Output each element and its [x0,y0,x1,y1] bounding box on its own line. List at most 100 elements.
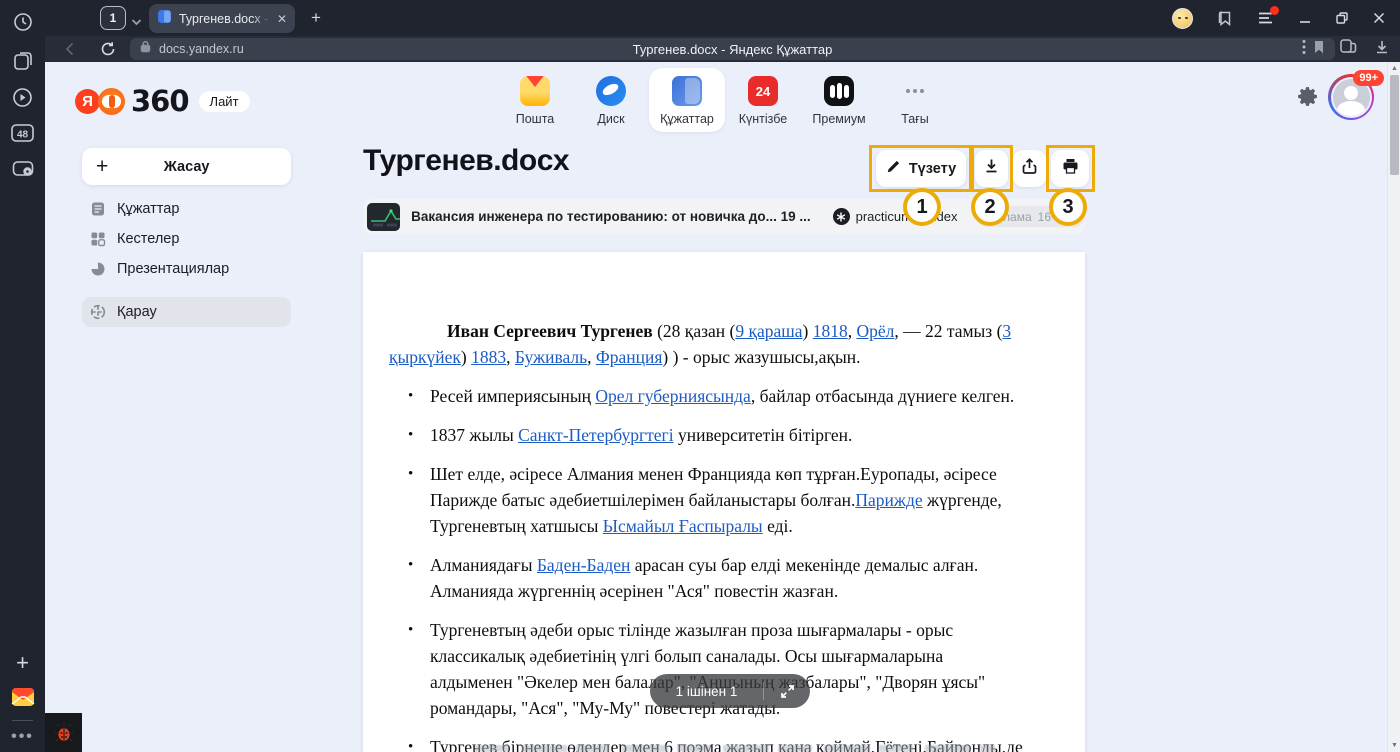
app-disk[interactable]: Диск [573,68,649,132]
create-button[interactable]: + Жасау [82,148,291,185]
app-docs[interactable]: Құжаттар [649,68,725,132]
debug-extension-icon[interactable] [45,713,82,752]
mail-icon [520,76,550,106]
address-field[interactable]: docs.yandex.ru Тургенев.docx - Яндекс Құ… [130,38,1335,60]
doc-link[interactable]: 9 қараша [735,321,802,341]
tab-count-badge[interactable]: 1 [100,6,126,30]
menu-notification-dot [1270,6,1279,15]
document-icon [90,201,107,217]
doc-link[interactable]: Ысмайыл Ғаспыралы [603,516,763,536]
restore-button[interactable] [1335,11,1349,25]
doc-text: ) [461,347,471,367]
yandex-docs-app: Я 360 Лайт Пошта Диск Құжаттар 24 Күнтіз… [45,62,1400,752]
reload-icon[interactable] [100,41,116,57]
tabs-chevron-down-icon[interactable] [131,13,142,31]
neuro-48-icon[interactable]: 48 [0,122,45,144]
doc-link[interactable]: Буживаль [515,347,587,367]
nav-list: Құжаттар Кестелер Презентациялар Қарау [82,194,291,327]
doc-link[interactable]: Орел губерниясында [595,386,751,406]
minimize-button[interactable] [1298,11,1312,25]
collections-icon[interactable] [0,50,45,72]
scrollbar-thumb[interactable] [1390,75,1399,175]
screen: 48 + ••• 1 Тургенев.docx - Яндек ✕ + [0,0,1400,752]
account-avatar[interactable]: 99+ [1328,74,1374,120]
doc-text: ) ) - орыс жазушысы,ақын. [662,347,860,367]
yandex-mail-icon[interactable] [0,684,45,710]
doc-text: , — 22 тамыз ( [894,321,1002,341]
page-indicator[interactable]: 1 ішінен 1 [650,674,810,708]
history-icon[interactable] [0,11,45,33]
bookmark-flag-icon[interactable] [1313,40,1325,59]
bookmarks-icon[interactable] [1216,9,1234,27]
scroll-down-icon[interactable]: ▼ [1388,742,1400,749]
calendar-icon: 24 [748,76,778,106]
nav-item-presentations[interactable]: Презентациялар [82,254,291,284]
doc-text: , [587,347,596,367]
close-button[interactable] [1372,11,1386,25]
share-button[interactable] [1013,150,1046,187]
app-more[interactable]: Тағы [877,68,953,132]
doc-list-item: Алманиядағы Баден-Баден арасан суы бар е… [389,552,1023,604]
app-calendar[interactable]: 24 Күнтізбе [725,68,801,132]
settings-gear-icon[interactable] [1295,84,1320,114]
doc-text: Алманиядағы [430,555,537,575]
doc-link[interactable]: Баден-Баден [537,555,631,575]
practicum-icon [833,208,850,225]
scroll-up-icon[interactable]: ▲ [1388,65,1400,72]
docs-favicon [157,9,172,29]
doc-text: еді. [763,516,793,536]
browser-profile-avatar[interactable] [1172,8,1193,29]
screencast-icon[interactable] [0,158,45,180]
doc-link[interactable]: 1818 [813,321,848,341]
disk-icon [596,76,626,106]
presentation-icon [90,261,107,277]
tab-bar: 1 Тургенев.docx - Яндек ✕ + [45,0,1400,36]
more-icon [900,76,930,106]
fullscreen-icon[interactable] [764,684,810,699]
callout-box-3 [1046,145,1095,192]
active-tab[interactable]: Тургенев.docx - Яндек ✕ [149,4,295,33]
callout-box-2 [971,145,1013,192]
page-title: Тургенев.docx - Яндекс Құжаттар [130,42,1335,57]
add-panel-icon[interactable]: + [0,650,45,676]
doc-text: Ресей империясының [430,386,595,406]
doc-text: (28 қазан ( [653,321,736,341]
page-count-label: 1 ішінен 1 [650,684,763,699]
extensions-icon[interactable] [1339,38,1358,60]
doc-link[interactable]: Орёл [856,321,894,341]
doc-list-item: Шет елде, әсіресе Алмания менен Францияд… [389,461,1023,539]
doc-text: университетін бітірген. [674,425,853,445]
tab-close-icon[interactable]: ✕ [277,12,287,26]
doc-text: , [506,347,515,367]
doc-link[interactable]: 1883 [471,347,506,367]
yandex-logo-icon: Я [75,89,100,114]
video-icon[interactable] [0,86,45,109]
nav-item-tables[interactable]: Кестелер [82,224,291,254]
doc-text: , байлар отбасында дүниеге келген. [751,386,1014,406]
more-panels-icon[interactable]: ••• [0,728,45,746]
page-scrollbar[interactable]: ▲ ▼ [1387,62,1400,752]
doc-link[interactable]: Санкт-Петербургтегі [518,425,674,445]
premium-icon [824,76,854,106]
downloads-icon[interactable] [1374,39,1390,60]
clipped-text-line [475,745,995,752]
app-mail[interactable]: Пошта [497,68,573,132]
app-premium[interactable]: Премиум [801,68,877,132]
yandex-360-logo[interactable]: Я 360 Лайт [75,84,250,118]
doc-link[interactable]: Парижде [855,490,922,510]
app-switcher: Пошта Диск Құжаттар 24 Күнтізбе Премиум … [497,68,953,132]
notifications-badge: 99+ [1353,70,1384,86]
url-bar: docs.yandex.ru Тургенев.docx - Яндекс Құ… [45,36,1400,62]
lock-icon [140,40,151,58]
back-icon[interactable] [62,41,78,57]
doc-text: ) [803,321,813,341]
nav-item-documents[interactable]: Құжаттар [82,194,291,224]
nav-item-view[interactable]: Қарау [82,297,291,327]
browser-menu-icon[interactable] [1257,10,1275,26]
new-tab-button[interactable]: + [305,7,327,29]
callout-box-1 [869,145,972,192]
url-menu-icon[interactable] [1302,39,1306,60]
callout-number-2: 2 [971,188,1009,226]
doc-link[interactable]: Франция [596,347,663,367]
tab-title: Тургенев.docx - Яндек [179,12,270,26]
